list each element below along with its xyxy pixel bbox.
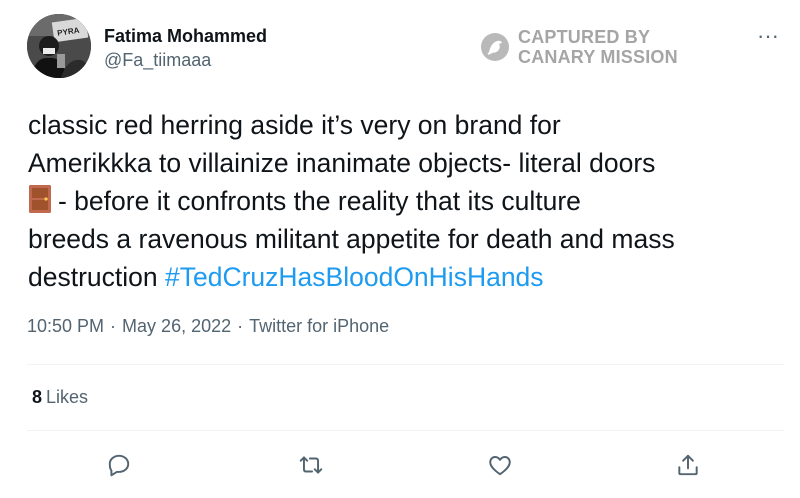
watermark-line2: CANARY MISSION: [518, 47, 678, 67]
tweet-line: Amerikkka to villainize inanimate object…: [28, 148, 656, 178]
tweet-line: classic red herring aside it’s very on b…: [28, 110, 561, 140]
hashtag-link[interactable]: #TedCruzHasBloodOnHisHands: [165, 262, 544, 292]
tweet-line: - before it confronts the reality that i…: [28, 182, 788, 220]
avatar-photo: PYRA: [27, 14, 91, 78]
tweet-date[interactable]: May 26, 2022: [122, 316, 231, 336]
tweet-line-text: destruction: [28, 262, 165, 292]
author-name[interactable]: Fatima Mohammed: [104, 26, 267, 47]
meta-separator: ·: [237, 316, 244, 336]
door-emoji: [29, 185, 51, 213]
tweet-source[interactable]: Twitter for iPhone: [249, 316, 389, 336]
reply-icon[interactable]: [104, 450, 134, 480]
likes-number: 8: [32, 387, 43, 407]
share-icon[interactable]: [673, 450, 703, 480]
canary-logo-icon: [481, 33, 509, 61]
tweet-line: destruction #TedCruzHasBloodOnHisHands: [28, 258, 788, 296]
divider: [27, 430, 784, 431]
tweet-line-text: - before it confronts the reality that i…: [58, 186, 581, 216]
author-handle[interactable]: @Fa_tiimaaa: [104, 50, 211, 71]
watermark-line1: CAPTURED BY: [518, 27, 651, 47]
divider: [27, 364, 784, 365]
likes-count[interactable]: 8 Likes: [32, 387, 88, 408]
tweet-text: classic red herring aside it’s very on b…: [28, 106, 788, 296]
canary-mission-watermark: CAPTURED BY CANARY MISSION: [480, 24, 678, 70]
tweet-line: breeds a ravenous militant appetite for …: [28, 224, 675, 254]
more-options-button[interactable]: ···: [752, 24, 784, 48]
avatar[interactable]: PYRA: [27, 14, 91, 78]
tweet-time[interactable]: 10:50 PM: [27, 316, 104, 336]
meta-separator: ·: [110, 316, 117, 336]
heart-icon[interactable]: [485, 450, 515, 480]
retweet-icon[interactable]: [296, 450, 326, 480]
likes-label: Likes: [46, 387, 89, 407]
tweet-metadata: 10:50 PM · May 26, 2022 · Twitter for iPhone: [27, 316, 389, 337]
